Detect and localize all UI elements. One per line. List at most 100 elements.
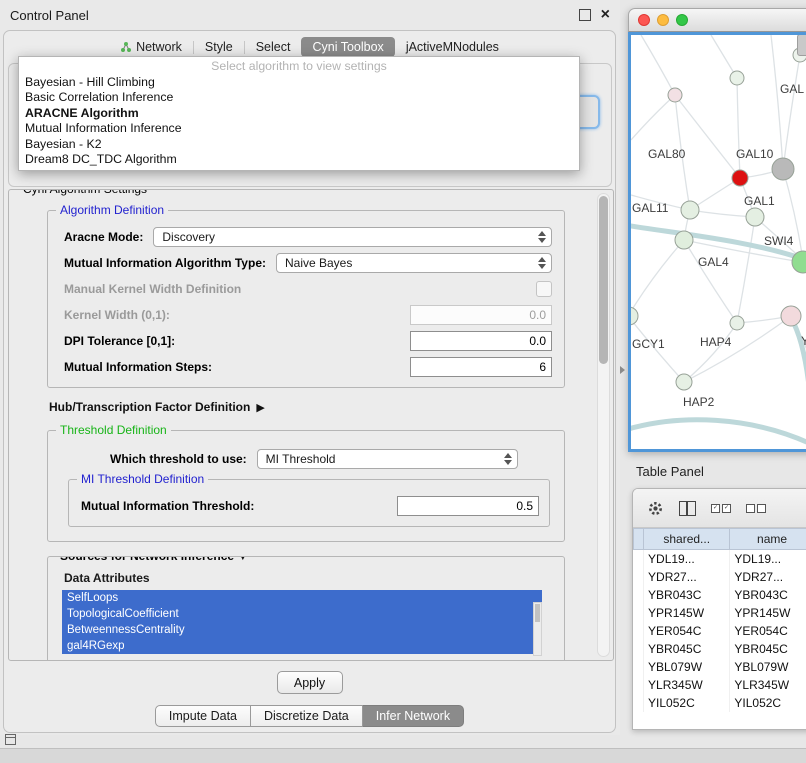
- attribute-item-topologicalcoefficient[interactable]: TopologicalCoefficient: [62, 606, 542, 622]
- mi-type-label: Mutual Information Algorithm Type:: [64, 256, 266, 270]
- mi-steps-row: Mutual Information Steps:: [64, 357, 552, 377]
- table-row[interactable]: YBR045CYBR045C9.: [634, 640, 806, 658]
- graph-edge: [711, 35, 737, 78]
- graph-node-n6[interactable]: [681, 201, 699, 219]
- float-panel-icon[interactable]: [579, 9, 591, 21]
- table-cell: YPR145W: [644, 604, 730, 622]
- expander-right-icon: ▶: [256, 401, 264, 414]
- bottom-tab-discretize-data[interactable]: Discretize Data: [251, 705, 363, 727]
- panel-grid-icon[interactable]: [5, 734, 16, 745]
- network-canvas[interactable]: GAL80GAL10GAL11GAL1SWI4GAL4GCY1HAP4HAP2G…: [628, 32, 806, 452]
- mi-type-select[interactable]: Naive Bayes: [276, 253, 552, 273]
- which-threshold-select[interactable]: MI Threshold: [257, 449, 518, 469]
- column-header-shared[interactable]: shared...: [644, 529, 730, 550]
- attributes-scrollbar-thumb[interactable]: [535, 604, 540, 622]
- tab-jactivemnodules[interactable]: jActiveMNodules: [395, 37, 510, 57]
- tab-select[interactable]: Select: [245, 37, 302, 57]
- tab-style[interactable]: Style: [194, 37, 244, 57]
- deselect-all-icon[interactable]: [746, 504, 766, 513]
- graph-node-n4[interactable]: [732, 170, 748, 186]
- algorithm-menu-item-bayesian-hill-climbing[interactable]: Bayesian - Hill Climbing: [19, 75, 579, 91]
- tab-cyni-toolbox[interactable]: Cyni Toolbox: [301, 37, 394, 57]
- manual-kernel-checkbox[interactable]: [536, 281, 552, 297]
- kernel-width-row: Kernel Width (0,1):: [64, 305, 552, 325]
- settings-scrollbar-thumb[interactable]: [599, 196, 608, 364]
- graph-node-label-hap4: HAP4: [700, 335, 732, 349]
- graph-node-n13[interactable]: [676, 374, 692, 390]
- table-row[interactable]: YBL079WYBL079W: [634, 658, 806, 676]
- close-traffic-light-icon[interactable]: [638, 14, 650, 26]
- settings-group-title: Cyni Algorithm Settings: [19, 189, 151, 196]
- table-cell: [634, 694, 644, 712]
- table-row[interactable]: YDL19...YDL19...13: [634, 550, 806, 569]
- tab-network[interactable]: Network: [109, 37, 193, 57]
- algorithm-menu-item-aracne-algorithm[interactable]: ARACNE Algorithm: [19, 106, 579, 122]
- table-cell: [634, 604, 644, 622]
- graph-node-n10[interactable]: [631, 307, 638, 325]
- table-row[interactable]: YIL052CYIL052C: [634, 694, 806, 712]
- table-cell: [634, 622, 644, 640]
- select-all-icon[interactable]: ✓✓: [711, 504, 731, 513]
- splitter-collapse-arrow[interactable]: [620, 366, 625, 374]
- mi-steps-field[interactable]: [410, 357, 552, 377]
- algorithm-menu-item-bayesian-k2[interactable]: Bayesian - K2: [19, 137, 579, 153]
- tab-label: jActiveMNodules: [406, 40, 499, 54]
- mi-steps-label: Mutual Information Steps:: [64, 360, 212, 374]
- columns-icon[interactable]: [679, 501, 696, 516]
- combo-arrows-icon: [538, 231, 546, 243]
- attributes-scrollbar[interactable]: [533, 602, 542, 656]
- attribute-item-betweennesscentrality[interactable]: BetweennessCentrality: [62, 622, 542, 638]
- network-scrollbar-thumb[interactable]: [797, 34, 806, 56]
- algorithm-menu-item-dream8-dc-tdc-algorithm[interactable]: Dream8 DC_TDC Algorithm: [19, 152, 579, 168]
- aracne-mode-select[interactable]: Discovery: [153, 227, 552, 247]
- column-header-blank[interactable]: [634, 529, 644, 550]
- table-row[interactable]: YER054CYER054C8.: [634, 622, 806, 640]
- algorithm-menu-item-basic-correlation-inference[interactable]: Basic Correlation Inference: [19, 90, 579, 106]
- graph-node-label-gal4: GAL4: [698, 255, 729, 269]
- graph-node-n8[interactable]: [675, 231, 693, 249]
- hub-factor-expander[interactable]: Hub/Transcription Factor Definition ▶: [49, 400, 587, 414]
- sources-expander[interactable]: Sources for Network Inference ▼: [56, 556, 252, 563]
- attribute-item-gal4rgexp[interactable]: gal4RGexp: [62, 638, 542, 654]
- mi-threshold-row: Mutual Information Threshold:: [81, 496, 539, 516]
- table-cell: YDL19...: [730, 550, 806, 569]
- apply-button[interactable]: Apply: [277, 671, 343, 694]
- gear-icon[interactable]: [647, 500, 664, 517]
- graph-node-n7[interactable]: [746, 208, 764, 226]
- expander-down-icon: ▼: [237, 556, 248, 563]
- threshold-definition-title: Threshold Definition: [56, 423, 171, 437]
- which-threshold-row: Which threshold to use: MI Threshold: [64, 449, 552, 469]
- kernel-width-field[interactable]: [410, 305, 552, 325]
- table-panel-window: ✓✓ shared...name YDL19...YDL19...13YDR27…: [632, 488, 806, 730]
- table-row[interactable]: YDR27...YDR27...12: [634, 568, 806, 586]
- mi-threshold-field[interactable]: [397, 496, 539, 516]
- close-panel-icon[interactable]: ×: [601, 10, 610, 20]
- graph-node-n5[interactable]: [772, 158, 794, 180]
- graph-node-label-y: Y: [801, 334, 806, 348]
- algorithm-menu-item-mutual-information-inference[interactable]: Mutual Information Inference: [19, 121, 579, 137]
- graph-edge: [737, 78, 740, 178]
- desktop: Control Panel × NetworkStyleSelectCyni T…: [0, 0, 806, 762]
- bottom-tab-infer-network[interactable]: Infer Network: [363, 705, 464, 727]
- dpi-tolerance-field[interactable]: [410, 331, 552, 351]
- table-cell: YER054C: [730, 622, 806, 640]
- minimize-traffic-light-icon[interactable]: [657, 14, 669, 26]
- graph-node-n12[interactable]: [781, 306, 801, 326]
- table-row[interactable]: YPR145WYPR145W9.: [634, 604, 806, 622]
- attribute-item-selfloops[interactable]: SelfLoops: [62, 590, 542, 606]
- table-row[interactable]: YBR043CYBR043C: [634, 586, 806, 604]
- table-cell: YBR043C: [644, 586, 730, 604]
- graph-node-label-gal1: GAL1: [744, 194, 775, 208]
- graph-edge: [631, 240, 684, 316]
- graph-node-n2[interactable]: [730, 71, 744, 85]
- bottom-tab-impute-data[interactable]: Impute Data: [155, 705, 251, 727]
- zoom-traffic-light-icon[interactable]: [676, 14, 688, 26]
- sources-group: Sources for Network Inference ▼ Data Att…: [47, 556, 565, 661]
- settings-scrollbar[interactable]: [597, 193, 610, 657]
- table-row[interactable]: YLR345WYLR345W9.: [634, 676, 806, 694]
- column-header-name[interactable]: name: [730, 529, 806, 550]
- graph-node-n11[interactable]: [730, 316, 744, 330]
- graph-node-n1[interactable]: [668, 88, 682, 102]
- table-cell: YIL052C: [644, 694, 730, 712]
- network-tab-icon: [120, 41, 132, 53]
